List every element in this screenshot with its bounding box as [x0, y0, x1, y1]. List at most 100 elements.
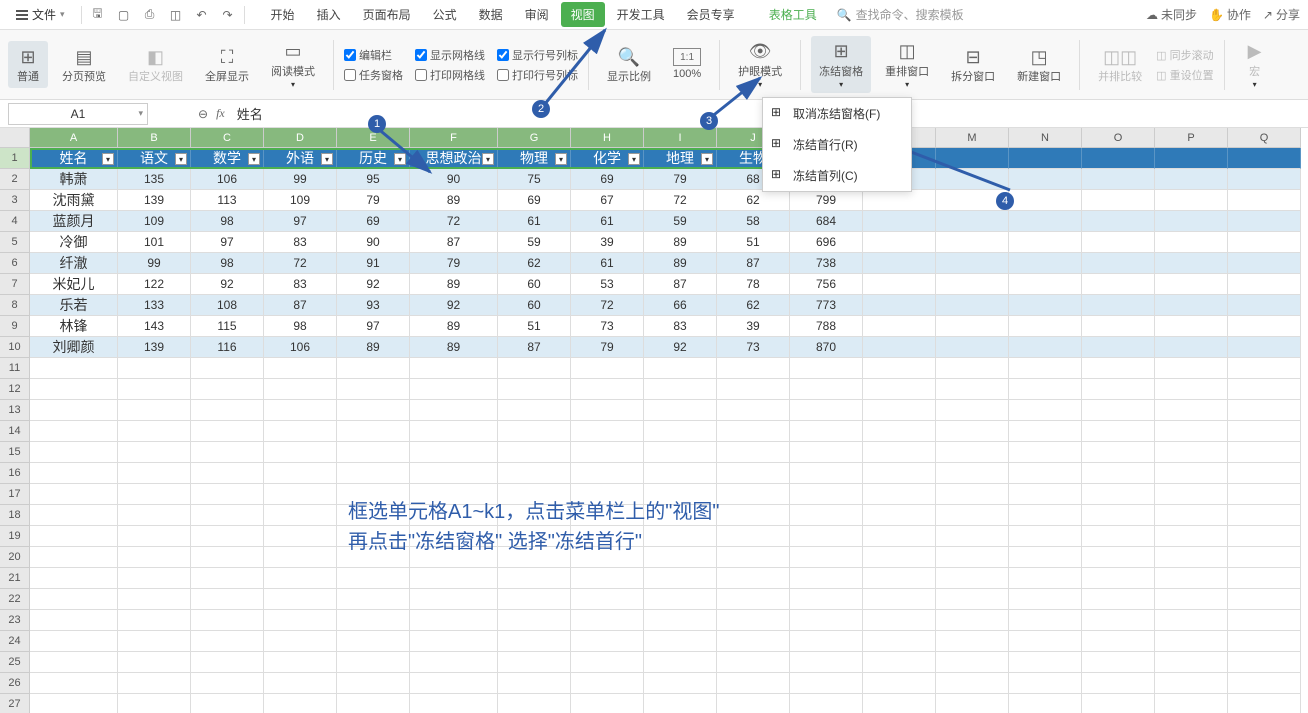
cell[interactable]: 79	[410, 253, 498, 274]
row-header[interactable]: 25	[0, 652, 30, 673]
cell[interactable]	[717, 400, 790, 421]
cell[interactable]	[118, 673, 191, 694]
row-header[interactable]: 20	[0, 547, 30, 568]
cell[interactable]	[1155, 673, 1228, 694]
cell[interactable]	[191, 442, 264, 463]
cell[interactable]	[1082, 568, 1155, 589]
cell[interactable]	[571, 589, 644, 610]
tab-0[interactable]: 开始	[261, 2, 305, 27]
cell[interactable]	[1228, 337, 1301, 358]
cell[interactable]	[1228, 694, 1301, 713]
cell[interactable]	[1082, 169, 1155, 190]
cell[interactable]: 139	[118, 190, 191, 211]
check-taskpane[interactable]: 任务窗格	[344, 67, 403, 83]
row-header[interactable]: 19	[0, 526, 30, 547]
cell[interactable]: 97	[191, 232, 264, 253]
check-printrowcol[interactable]: 打印行号列标	[497, 67, 578, 83]
select-all-corner[interactable]	[0, 128, 30, 148]
contextual-tab[interactable]: 表格工具	[761, 2, 825, 27]
cell[interactable]	[1082, 274, 1155, 295]
cell[interactable]	[1082, 652, 1155, 673]
cell[interactable]	[717, 379, 790, 400]
cell[interactable]	[191, 547, 264, 568]
cell[interactable]	[1082, 442, 1155, 463]
cell[interactable]	[1155, 442, 1228, 463]
cell[interactable]	[1155, 463, 1228, 484]
row-header[interactable]: 14	[0, 421, 30, 442]
row-header[interactable]: 4	[0, 211, 30, 232]
cell[interactable]	[717, 526, 790, 547]
cell[interactable]	[30, 358, 118, 379]
cell[interactable]	[118, 463, 191, 484]
cell[interactable]: 69	[498, 190, 571, 211]
cell[interactable]	[1228, 589, 1301, 610]
cell[interactable]	[30, 421, 118, 442]
cell[interactable]	[30, 505, 118, 526]
cell[interactable]	[118, 610, 191, 631]
cancel-icon[interactable]: ⊖	[198, 107, 208, 121]
cell[interactable]	[1009, 274, 1082, 295]
cell[interactable]	[1082, 631, 1155, 652]
cell[interactable]	[1082, 358, 1155, 379]
row-header[interactable]: 2	[0, 169, 30, 190]
cell[interactable]	[717, 610, 790, 631]
cell[interactable]	[410, 379, 498, 400]
cell[interactable]: 90	[337, 232, 410, 253]
cell[interactable]: 89	[410, 337, 498, 358]
new-icon[interactable]: ▢	[116, 7, 132, 23]
cell[interactable]	[1082, 421, 1155, 442]
cell[interactable]	[410, 652, 498, 673]
cell[interactable]	[936, 589, 1009, 610]
cell[interactable]: 106	[264, 337, 337, 358]
cell[interactable]	[790, 547, 863, 568]
cell[interactable]	[863, 652, 936, 673]
cell[interactable]	[118, 358, 191, 379]
cell[interactable]	[1228, 379, 1301, 400]
cell[interactable]	[644, 652, 717, 673]
cell[interactable]: 92	[644, 337, 717, 358]
row-header[interactable]: 12	[0, 379, 30, 400]
row-header[interactable]: 27	[0, 694, 30, 713]
cell[interactable]	[936, 505, 1009, 526]
cell[interactable]: 61	[571, 253, 644, 274]
cell[interactable]: 59	[498, 232, 571, 253]
cell[interactable]: 91	[337, 253, 410, 274]
cell[interactable]	[1082, 295, 1155, 316]
cell[interactable]: 115	[191, 316, 264, 337]
cell[interactable]: 73	[717, 337, 790, 358]
cell[interactable]: 99	[118, 253, 191, 274]
cell[interactable]: 姓名▾	[30, 148, 118, 169]
cell[interactable]	[644, 694, 717, 713]
cell[interactable]: 756	[790, 274, 863, 295]
cell[interactable]	[118, 568, 191, 589]
cell[interactable]	[30, 652, 118, 673]
zoom-100[interactable]: 1:1100%	[665, 44, 709, 84]
col-header[interactable]: B	[118, 128, 191, 148]
cell[interactable]: 113	[191, 190, 264, 211]
cell[interactable]	[118, 589, 191, 610]
cell[interactable]	[118, 526, 191, 547]
cell[interactable]	[790, 505, 863, 526]
cell[interactable]	[644, 358, 717, 379]
tab-8[interactable]: 会员专享	[677, 2, 745, 27]
cell[interactable]	[1155, 484, 1228, 505]
cell[interactable]	[1009, 253, 1082, 274]
cell[interactable]	[936, 379, 1009, 400]
cell[interactable]: 83	[264, 232, 337, 253]
cell[interactable]	[936, 400, 1009, 421]
cell[interactable]	[571, 442, 644, 463]
cell[interactable]	[1155, 610, 1228, 631]
col-header[interactable]: M	[936, 128, 1009, 148]
cell[interactable]	[30, 568, 118, 589]
cell[interactable]	[717, 358, 790, 379]
cell[interactable]	[863, 400, 936, 421]
cell[interactable]: 69	[571, 169, 644, 190]
cell[interactable]	[1082, 526, 1155, 547]
cell[interactable]: 92	[337, 274, 410, 295]
cell[interactable]: 蓝颜月	[30, 211, 118, 232]
cell[interactable]	[1155, 253, 1228, 274]
cell[interactable]	[1009, 316, 1082, 337]
cell[interactable]: 87	[644, 274, 717, 295]
cell[interactable]	[1009, 652, 1082, 673]
filter-dropdown-icon[interactable]: ▾	[482, 153, 494, 165]
